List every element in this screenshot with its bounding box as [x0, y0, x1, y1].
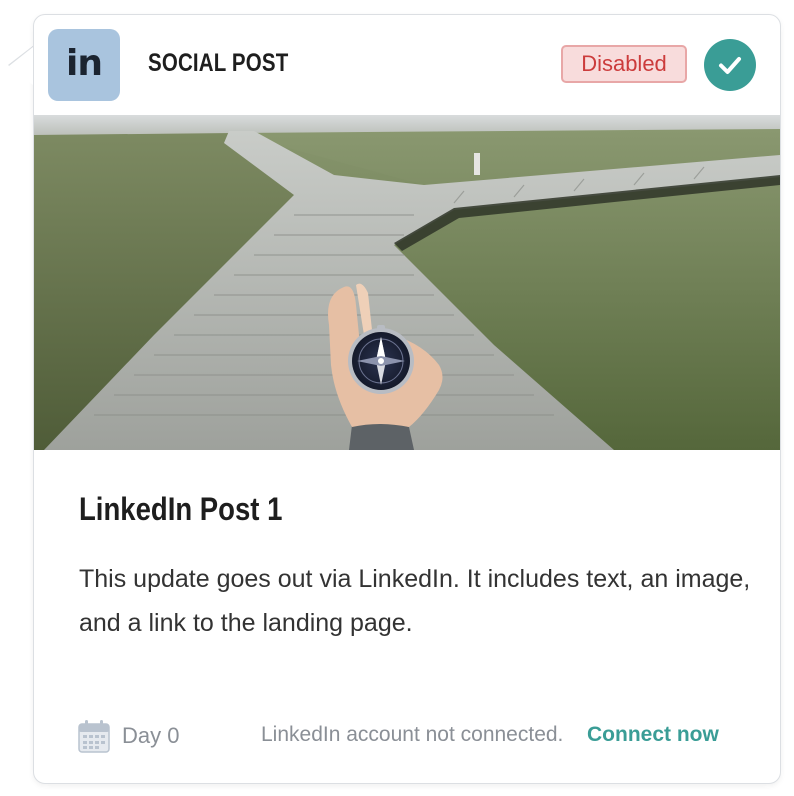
compass-boardwalk-photo — [34, 115, 780, 450]
card-pointer-fill — [9, 47, 33, 85]
linkedin-icon-text: in — [66, 43, 103, 84]
linkedin-icon: in — [48, 29, 120, 101]
post-type-label: SOCIAL POST — [148, 49, 289, 77]
post-title: LinkedIn Post 1 — [79, 491, 283, 527]
schedule-day-label: Day 0 — [122, 723, 180, 748]
connect-now-link[interactable]: Connect now — [587, 723, 719, 747]
status-badge[interactable]: Disabled — [561, 45, 687, 83]
connection-status-text: LinkedIn account not connected. — [261, 723, 564, 746]
post-image — [34, 115, 780, 450]
calendar-icon — [78, 720, 110, 753]
card-header: in SOCIAL POST Disabled — [34, 15, 780, 115]
social-post-card[interactable]: in SOCIAL POST Disabled LinkedIn Post 1 … — [9, 14, 781, 784]
check-icon[interactable] — [704, 39, 756, 91]
post-description: This update goes out via LinkedIn. It in… — [79, 565, 751, 637]
card-footer: Day 0 LinkedIn account not connected. Co… — [34, 715, 780, 759]
